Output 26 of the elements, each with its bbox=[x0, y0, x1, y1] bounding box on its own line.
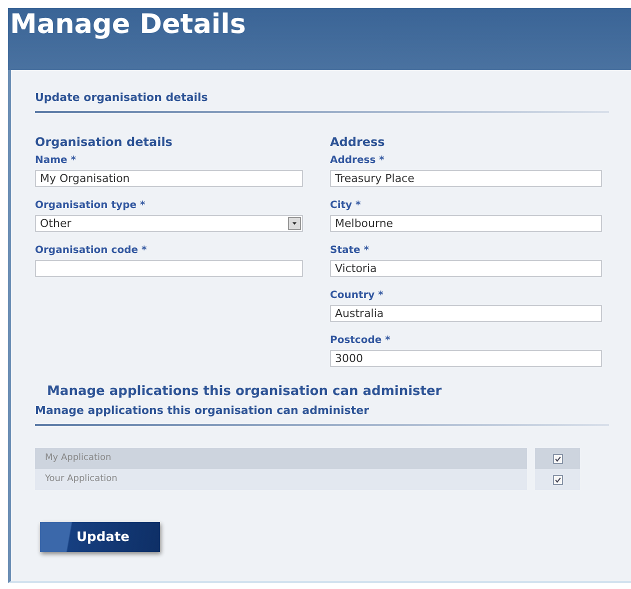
column-heading: Address bbox=[330, 135, 385, 149]
input-field[interactable]: My Organisation bbox=[35, 170, 303, 187]
checkbox[interactable] bbox=[552, 474, 562, 484]
input-field[interactable]: Melbourne bbox=[330, 215, 602, 232]
field-label: Organisation code * bbox=[35, 245, 147, 256]
field-label: Country * bbox=[330, 290, 384, 301]
dropdown-caret-icon[interactable] bbox=[288, 217, 301, 230]
select-field[interactable]: Other bbox=[35, 215, 303, 232]
update-button[interactable]: Update bbox=[40, 522, 160, 552]
field-label: Name * bbox=[35, 155, 76, 166]
page-title: Manage Details bbox=[10, 8, 246, 42]
input-field[interactable]: Treasury Place bbox=[330, 170, 602, 187]
field-label: State * bbox=[330, 245, 370, 256]
input-field[interactable]: Victoria bbox=[330, 260, 602, 277]
checkbox[interactable] bbox=[552, 454, 562, 464]
applications-title: Manage applications this organisation can administer bbox=[35, 404, 369, 417]
input-field[interactable]: Australia bbox=[330, 305, 602, 322]
field-label: Postcode * bbox=[330, 335, 390, 346]
column-heading: Organisation details bbox=[35, 135, 172, 149]
input-field[interactable] bbox=[35, 260, 303, 277]
applications-heading: Manage applications this organisation can administer bbox=[47, 384, 442, 399]
field-label: Address * bbox=[330, 155, 384, 166]
field-label: Organisation type * bbox=[35, 200, 146, 211]
section-title: Update organisation details bbox=[35, 91, 208, 104]
field-label: City * bbox=[330, 200, 361, 211]
input-field[interactable]: 3000 bbox=[330, 350, 602, 367]
